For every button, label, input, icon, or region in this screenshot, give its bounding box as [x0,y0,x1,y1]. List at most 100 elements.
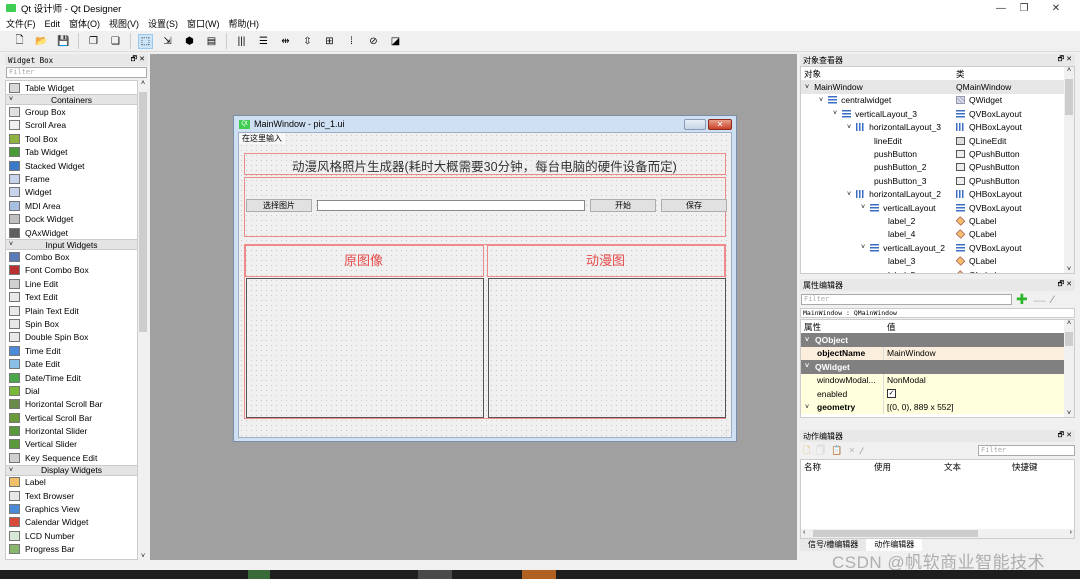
scroll-down-icon[interactable]: ˅ [1064,410,1074,417]
header-value[interactable]: 值 [887,321,896,333]
layout-vertical-icon[interactable]: ☰ [256,34,271,49]
add-dynamic-property-icon[interactable]: ✚ [1016,291,1028,308]
action-table-hscrollbar[interactable]: ‹ › [801,529,1074,538]
maximize-button[interactable]: ❐ [1008,0,1040,16]
save-button[interactable]: 保存 [661,199,727,212]
original-image-frame[interactable] [246,278,484,418]
widget-item[interactable]: Horizontal Slider [6,424,137,437]
form-close-button[interactable]: ✕ [708,119,732,130]
close-button[interactable]: ✕ [1040,0,1072,16]
widget-item[interactable]: Progress Bar [6,543,137,556]
widget-item[interactable]: Double Spin Box [6,331,137,344]
object-tree-row[interactable]: ˅ verticalLayout QVBoxLayout [801,201,1074,214]
chevron-down-icon[interactable]: ˅ [819,97,823,104]
widget-category-header[interactable]: ˅ Containers [6,94,137,106]
widget-item[interactable]: Vertical Slider [6,438,137,451]
widget-item[interactable]: MDI Area [6,199,137,212]
property-filter-input[interactable]: Filter [801,294,1012,305]
layout-grid-icon[interactable]: ⊞ [322,34,337,49]
header-used[interactable]: 使用 [874,461,891,473]
property-value[interactable]: ✓ [887,389,896,399]
dock-float-close-icons[interactable]: 🗗 ✕ [1058,55,1072,66]
edit-widgets-icon[interactable]: ⬚ [138,33,153,49]
object-tree-row[interactable]: ˅ MainWindow QMainWindow [801,80,1074,94]
object-tree-row[interactable]: pushButton_3 QPushButton [801,174,1074,187]
widget-item[interactable]: Table Widget [6,81,137,94]
resize-grip-icon[interactable]: ⋰ [723,429,729,436]
property-row[interactable]: windowModal... NonModal [801,373,1074,387]
object-tree-row[interactable]: pushButton QPushButton [801,147,1074,160]
dock-float-close-icons[interactable]: 🗗 ✕ [131,55,145,66]
form-window[interactable]: Qt MainWindow - pic_1.ui ✕ 在这里输入 动漫风格照片生… [233,115,737,442]
widget-item[interactable]: LCD Number [6,529,137,542]
widget-item[interactable]: Combo Box [6,250,137,263]
widget-box-scrollbar[interactable]: ˄ ˅ [138,80,148,560]
chevron-down-icon[interactable]: ˅ [805,337,809,344]
object-tree-row[interactable]: pushButton_2 QPushButton [801,161,1074,174]
widget-item[interactable]: Key Sequence Edit [6,451,137,464]
widget-item[interactable]: Text Edit [6,290,137,303]
widget-item[interactable]: Stacked Widget [6,159,137,172]
scroll-down-icon[interactable]: ˅ [1064,266,1074,273]
property-group-row[interactable]: ˅ QObject [801,333,1074,347]
property-value[interactable]: MainWindow [887,348,936,358]
widget-item[interactable]: Dock Widget [6,213,137,226]
chevron-down-icon[interactable]: ˅ [9,467,13,474]
header-shortcut[interactable]: 快捷键 [1012,461,1038,473]
layout-horizontal-splitter-icon[interactable]: ⇹ [278,34,293,49]
widget-item[interactable]: Dial [6,384,137,397]
object-tree-row[interactable]: label_2 QLabel [801,214,1074,227]
menu-item[interactable]: 文件(F) [6,17,36,30]
chevron-down-icon[interactable]: ˅ [847,124,851,131]
scroll-right-icon[interactable]: › [1070,529,1072,536]
layout-vertical-splitter-icon[interactable]: ⇳ [300,34,315,49]
widget-item[interactable]: Date Edit [6,357,137,370]
widget-item[interactable]: Text Browser [6,489,137,502]
open-icon[interactable]: 📂 [34,34,49,49]
widget-item[interactable]: Frame [6,172,137,185]
menu-item[interactable]: 视图(V) [109,17,139,30]
break-layout-icon[interactable]: ⊘ [366,34,381,49]
widget-item[interactable]: Line Edit [6,277,137,290]
image-path-input[interactable] [317,200,585,211]
save-icon[interactable]: 💾 [56,34,71,49]
paste-action-icon[interactable]: 📋 [831,445,842,456]
header-property[interactable]: 属性 [804,321,821,333]
configure-wrench-icon[interactable]: ⁄ [1052,294,1054,306]
widget-item[interactable]: Vertical Scroll Bar [6,411,137,424]
dock-float-close-icons[interactable]: 🗗 ✕ [1058,431,1072,442]
widget-item[interactable]: Plain Text Edit [6,304,137,317]
widget-item[interactable]: Graphics View [6,502,137,515]
menu-item[interactable]: 设置(S) [148,17,178,30]
property-row[interactable]: enabled ✓ [801,386,1074,401]
menu-item[interactable]: 帮助(H) [229,17,260,30]
adjust-size-icon[interactable]: ◪ [388,34,403,49]
property-row[interactable]: ˅ geometry [(0, 0), 889 x 552] [801,400,1074,414]
chevron-down-icon[interactable]: ˅ [9,96,13,103]
chevron-down-icon[interactable]: ˅ [805,404,809,411]
enabled-checkbox[interactable]: ✓ [887,389,896,399]
copy-action-icon[interactable]: 🗍 [816,443,825,459]
scroll-up-icon[interactable]: ˄ [1064,67,1074,74]
header-text[interactable]: 文本 [944,461,961,473]
chevron-down-icon[interactable]: ˅ [805,84,809,91]
taskbar-app-slot[interactable] [522,570,556,579]
select-image-button[interactable]: 选择图片 [246,199,312,212]
chevron-down-icon[interactable]: ˅ [861,244,865,251]
dock-float-close-icons[interactable]: 🗗 ✕ [1058,280,1072,291]
bring-to-front-icon[interactable]: ❑ [108,34,123,49]
object-tree-row[interactable]: label_3 QLabel [801,254,1074,267]
widget-category-header[interactable]: ˅ Display Widgets [6,464,137,476]
widget-category-header[interactable]: ˅ Input Widgets [6,239,137,251]
header-name[interactable]: 名称 [804,461,821,473]
scroll-up-icon[interactable]: ˄ [138,80,148,87]
configure-wrench-icon[interactable]: ⁄ [861,446,863,456]
new-action-icon[interactable]: 🗋 [803,443,810,459]
property-value[interactable]: [(0, 0), 889 x 552] [887,402,954,412]
widget-item[interactable]: Tool Box [6,132,137,145]
original-image-label[interactable]: 原图像 [344,250,383,269]
object-tree-row[interactable]: ˅ centralwidget QWidget [801,94,1074,107]
start-button[interactable]: 开始 [590,199,656,212]
scroll-left-icon[interactable]: ‹ [803,529,805,536]
header-class[interactable]: 类 [956,68,965,80]
